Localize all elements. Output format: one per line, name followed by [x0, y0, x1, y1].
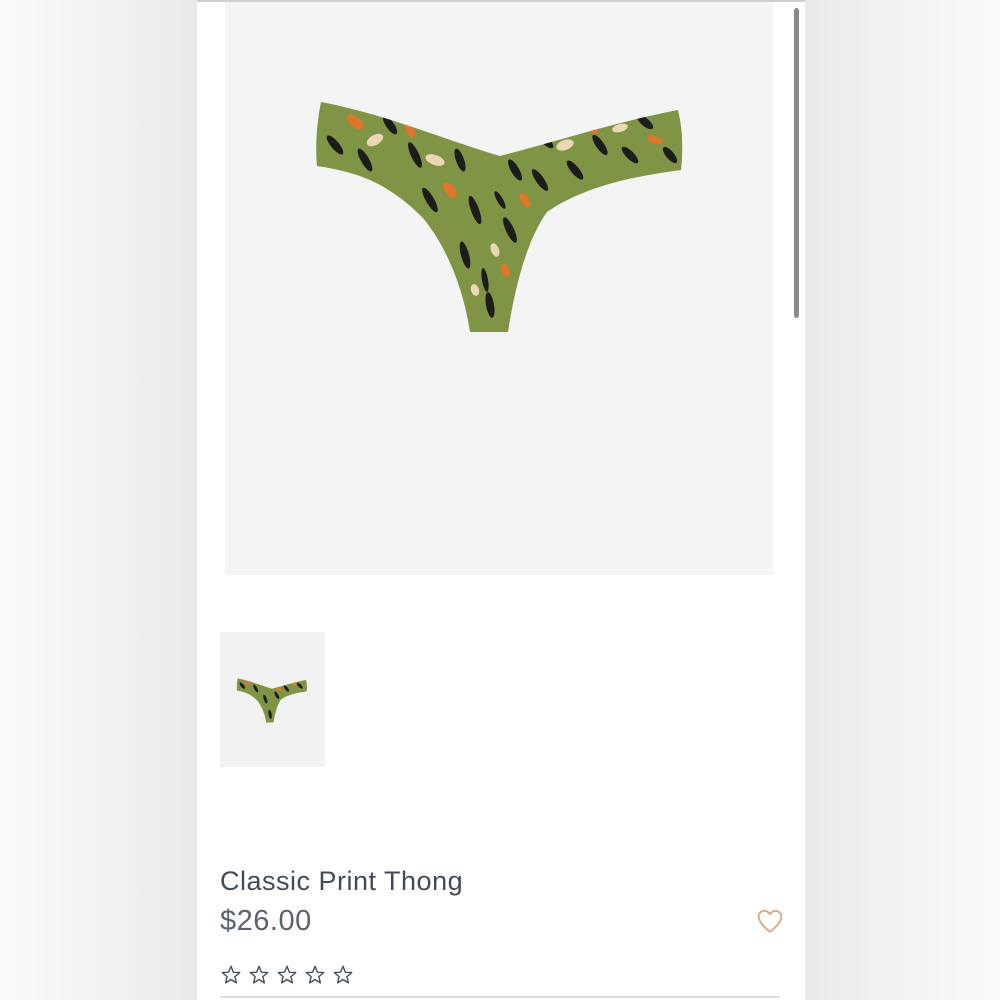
- star-rating[interactable]: [220, 964, 354, 986]
- product-title: Classic Print Thong: [220, 866, 464, 896]
- section-divider: [220, 996, 780, 998]
- star-outline-icon[interactable]: [304, 964, 326, 986]
- heart-outline-icon: [757, 909, 783, 933]
- product-price: $26.00: [220, 905, 312, 937]
- main-product-image[interactable]: [225, 2, 773, 575]
- scrollbar[interactable]: [794, 8, 799, 318]
- product-page: Classic Print Thong $26.00: [197, 0, 805, 1000]
- wishlist-button[interactable]: [755, 906, 785, 936]
- star-outline-icon[interactable]: [248, 964, 270, 986]
- thong-illustration: [316, 102, 683, 332]
- star-outline-icon[interactable]: [220, 964, 242, 986]
- star-outline-icon[interactable]: [332, 964, 354, 986]
- backdrop-right: [805, 0, 1000, 1000]
- backdrop-left: [0, 0, 197, 1000]
- star-outline-icon[interactable]: [276, 964, 298, 986]
- thumbnail-image: [236, 678, 307, 723]
- product-thumbnail[interactable]: [220, 632, 325, 767]
